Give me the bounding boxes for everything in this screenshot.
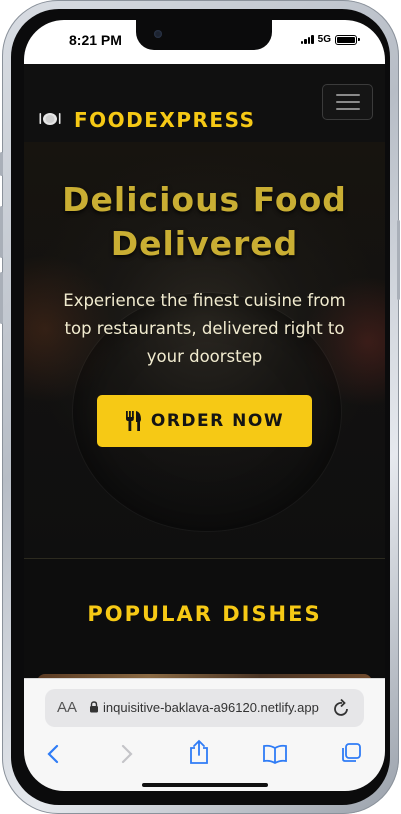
share-icon[interactable] [188,739,210,765]
order-now-label: ORDER NOW [150,411,285,431]
address-bar[interactable]: AA inquisitive-baklava-a96120.netlify.ap… [45,689,364,727]
hamburger-menu-icon [335,94,360,96]
hero-subtitle-line-2: top restaurants, delivered right to [64,319,345,338]
browser-bottom-bar: AA inquisitive-baklava-a96120.netlify.ap… [24,678,385,791]
text-size-button[interactable]: AA [57,699,77,716]
hamburger-line [335,108,360,110]
hero-subtitle: Experience the finest cuisine from top r… [34,287,375,371]
popular-dishes-section: POPULAR DISHES [24,558,385,678]
brand-logo-text[interactable]: FOODEXPRESS [74,108,255,132]
hero-subtitle-line-3: your doorstep [146,347,263,366]
reload-icon[interactable] [333,698,351,718]
bookmarks-icon[interactable] [262,744,288,764]
silent-switch [0,152,3,176]
status-time: 8:21 PM [69,32,122,48]
hamburger-line [335,101,360,103]
back-icon[interactable] [46,743,62,765]
battery-icon [335,34,360,45]
forward-icon[interactable] [118,743,134,765]
network-type: 5G [317,34,331,45]
url-text[interactable]: inquisitive-baklava-a96120.netlify.app [103,700,329,715]
status-bar: 8:21 PM 5G [24,20,385,64]
status-icons: 5G [300,34,360,45]
utensils-icon [125,411,141,431]
plate-utensils-icon [39,113,61,125]
popular-dishes-heading: POPULAR DISHES [87,602,322,626]
volume-down-button [0,272,3,324]
hero-subtitle-line-1: Experience the finest cuisine from [63,291,346,310]
phone-frame: 8:21 PM 5G FOODEXPRESS Delicious Food De… [0,0,400,814]
volume-up-button [0,206,3,258]
hero-title: Delicious Food Delivered [24,178,385,266]
hero-section: Delicious Food Delivered Experience the … [24,142,385,558]
screen: 8:21 PM 5G FOODEXPRESS Delicious Food De… [24,20,385,791]
signal-icon [300,35,314,44]
tabs-icon[interactable] [340,742,362,764]
camera-icon [154,30,162,38]
home-indicator[interactable] [142,783,268,787]
order-now-button[interactable]: ORDER NOW [97,395,312,447]
hero-title-line-1: Delicious Food [62,180,347,219]
lock-icon [90,701,98,713]
notch [136,20,272,50]
hero-title-line-2: Delivered [110,224,299,263]
hamburger-menu-button[interactable] [322,84,373,120]
power-button [397,220,400,300]
site-navbar: FOODEXPRESS [24,64,385,142]
